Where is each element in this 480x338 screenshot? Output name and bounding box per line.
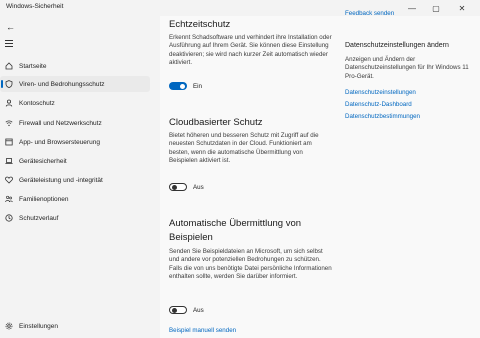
toggle-knob bbox=[171, 307, 177, 313]
sidebar-item-geraeteleistung[interactable]: Geräteleistung und -integrität bbox=[0, 172, 150, 188]
close-button[interactable]: ✕ bbox=[452, 0, 472, 16]
cloudschutz-state-label: Aus bbox=[193, 183, 204, 191]
section-title-uebermittlung-line1: Automatische Übermittlung von bbox=[169, 218, 302, 229]
sidebar-item-label: Firewall und Netzwerkschutz bbox=[19, 119, 102, 127]
sidebar-item-firewall[interactable]: Firewall und Netzwerkschutz bbox=[0, 115, 150, 131]
sidebar-item-einstellungen[interactable]: Einstellungen bbox=[0, 318, 150, 334]
sidebar-item-label: App- und Browsersteuerung bbox=[19, 138, 100, 146]
cloudschutz-toggle[interactable] bbox=[169, 183, 187, 191]
sidebar-item-label: Viren- und Bedrohungsschutz bbox=[19, 80, 105, 88]
uebermittlung-toggle[interactable] bbox=[169, 306, 187, 314]
beispiel-manuell-senden-link[interactable]: Beispiel manuell senden bbox=[169, 327, 236, 334]
privacy-link-bestimmungen[interactable]: Datenschutzbestimmungen bbox=[345, 113, 420, 120]
sidebar-item-kontoschutz[interactable]: Kontoschutz bbox=[0, 95, 150, 111]
cloudschutz-toggle-row: Aus bbox=[169, 182, 204, 192]
hamburger-menu-icon[interactable] bbox=[5, 40, 13, 49]
toggle-knob bbox=[171, 184, 177, 190]
sidebar-item-label: Schutzverlauf bbox=[19, 214, 59, 222]
sidebar-item-viren[interactable]: Viren- und Bedrohungsschutz bbox=[0, 76, 150, 92]
gear-icon bbox=[5, 322, 13, 330]
echtzeitschutz-toggle[interactable] bbox=[169, 82, 187, 90]
sidebar-item-label: Familienoptionen bbox=[19, 195, 69, 203]
echtzeitschutz-toggle-row: Ein bbox=[169, 81, 202, 91]
section-title-uebermittlung-line2: Beispielen bbox=[169, 232, 213, 243]
wifi-icon bbox=[5, 119, 13, 127]
cloudschutz-description: Bietet höheren und besseren Schutz mit Z… bbox=[169, 132, 319, 165]
echtzeitschutz-state-label: Ein bbox=[193, 82, 202, 90]
section-title-cloudschutz: Cloudbasierter Schutz bbox=[169, 117, 263, 128]
history-icon bbox=[5, 214, 13, 222]
feedback-link[interactable]: Feedback senden bbox=[345, 10, 394, 17]
window-title: Windows-Sicherheit bbox=[6, 3, 64, 10]
person-icon bbox=[5, 99, 13, 107]
sidebar-item-app-browser[interactable]: App- und Browsersteuerung bbox=[0, 134, 150, 150]
maximize-button[interactable]: ▢ bbox=[426, 0, 446, 16]
uebermittlung-state-label: Aus bbox=[193, 306, 204, 314]
laptop-icon bbox=[5, 157, 13, 165]
uebermittlung-toggle-row: Aus bbox=[169, 305, 204, 315]
shield-icon bbox=[5, 80, 13, 88]
sidebar-item-label: Startseite bbox=[19, 62, 47, 70]
privacy-link-dashboard[interactable]: Datenschutz-Dashboard bbox=[345, 101, 412, 108]
sidebar-item-geraetesicherheit[interactable]: Gerätesicherheit bbox=[0, 153, 150, 169]
home-icon bbox=[5, 62, 13, 70]
uebermittlung-description: Senden Sie Beispieldateien an Microsoft,… bbox=[169, 248, 332, 281]
sidebar-item-familienoptionen[interactable]: Familienoptionen bbox=[0, 191, 150, 207]
sidebar-item-label: Gerätesicherheit bbox=[19, 157, 67, 165]
back-arrow-icon[interactable]: ← bbox=[6, 22, 15, 32]
title-bar: Windows-Sicherheit — ▢ ✕ bbox=[0, 0, 480, 16]
family-icon bbox=[5, 195, 13, 203]
toggle-knob bbox=[180, 83, 185, 89]
privacy-heading: Datenschutzeinstellungen ändern bbox=[345, 42, 449, 49]
minimize-button[interactable]: — bbox=[402, 0, 422, 16]
sidebar-item-label: Kontoschutz bbox=[19, 99, 55, 107]
sidebar-item-schutzverlauf[interactable]: Schutzverlauf bbox=[0, 210, 150, 226]
sidebar: ← Startseite Viren- und Bedrohungsschutz… bbox=[0, 16, 150, 338]
privacy-link-datenschutzeinstellungen[interactable]: Datenschutzeinstellungen bbox=[345, 89, 416, 96]
echtzeitschutz-description: Erkennt Schadsoftware und verhindert ihr… bbox=[169, 34, 332, 67]
app-browser-icon bbox=[5, 138, 13, 146]
section-title-echtzeitschutz: Echtzeitschutz bbox=[169, 19, 231, 30]
heart-icon bbox=[5, 176, 13, 184]
sidebar-item-startseite[interactable]: Startseite bbox=[0, 58, 150, 74]
sidebar-item-label: Geräteleistung und -integrität bbox=[19, 176, 103, 184]
privacy-description: Anzeigen und Ändern der Datenschutzeinst… bbox=[345, 56, 469, 80]
sidebar-item-label: Einstellungen bbox=[19, 322, 59, 330]
